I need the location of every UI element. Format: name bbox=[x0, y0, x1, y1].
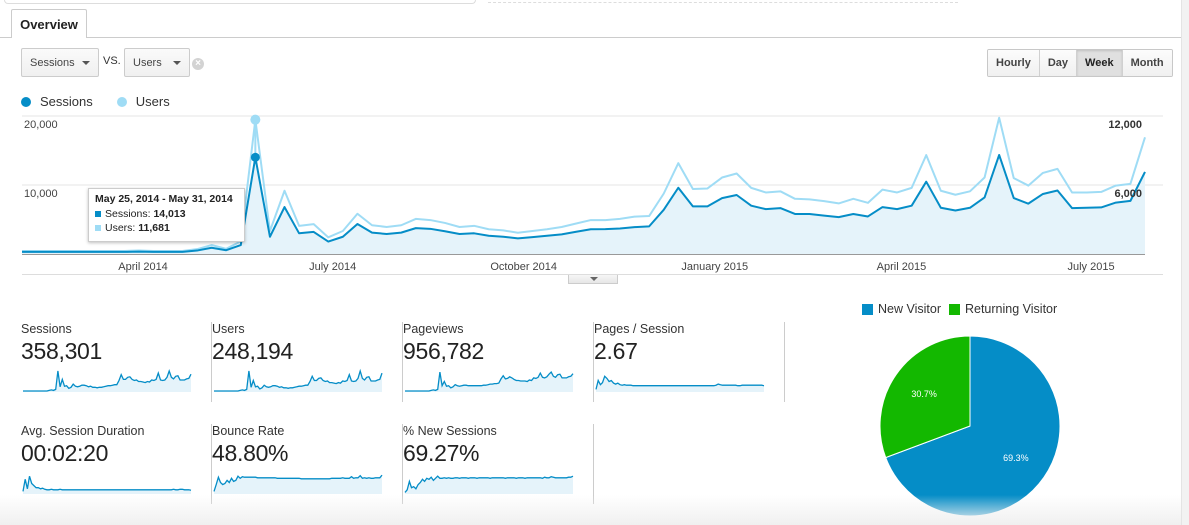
tooltip-users-label: Users: bbox=[105, 222, 136, 234]
sparkline-area bbox=[596, 376, 764, 392]
metric-value: 956,782 bbox=[403, 338, 485, 364]
metric-label: Bounce Rate bbox=[212, 424, 285, 438]
period-month-button[interactable]: Month bbox=[1122, 50, 1172, 76]
tooltip-users-value: 11,681 bbox=[138, 222, 170, 234]
sparkline-area bbox=[23, 476, 191, 494]
metric-value: 2.67 bbox=[594, 338, 638, 364]
new-visitor-swatch-icon bbox=[862, 303, 873, 315]
legend-returning-visitor-label: Returning Visitor bbox=[964, 302, 1058, 316]
metric-sparkline bbox=[405, 371, 574, 392]
metric-value: 248,194 bbox=[212, 338, 294, 364]
metric-label: Sessions bbox=[21, 322, 72, 336]
tab-overview-label: Overview bbox=[20, 16, 78, 32]
metric-label: Pages / Session bbox=[594, 322, 685, 336]
sparkline-line bbox=[22, 476, 192, 492]
metric-card[interactable]: Bounce Rate 48.80% bbox=[212, 424, 403, 504]
period-hourly-button[interactable]: Hourly bbox=[988, 50, 1040, 76]
metric-card[interactable]: Pages / Session 2.67 bbox=[594, 322, 785, 402]
sessions-swatch-icon bbox=[95, 211, 101, 217]
legend-sessions[interactable]: Sessions bbox=[21, 94, 93, 109]
sparkline-area bbox=[23, 371, 191, 392]
add-segment-placeholder[interactable] bbox=[488, 0, 958, 3]
legend-users[interactable]: Users bbox=[116, 94, 170, 109]
secondary-metric-select[interactable]: Users bbox=[124, 48, 190, 77]
metric-sparkline bbox=[214, 368, 383, 392]
triangle-down-icon bbox=[590, 277, 598, 281]
chevron-down-icon bbox=[173, 61, 181, 65]
tooltip-date-range: May 25, 2014 - May 31, 2014 bbox=[95, 193, 233, 205]
pie-slice-label: 30.7% bbox=[911, 389, 937, 399]
tooltip-sessions-label: Sessions: bbox=[105, 208, 151, 220]
right-axis-tick: 6,000 bbox=[1114, 188, 1142, 200]
legend-new-visitor-label: New Visitor bbox=[878, 302, 941, 316]
left-axis-tick: 20,000 bbox=[24, 119, 58, 131]
metric-label: % New Sessions bbox=[403, 424, 497, 438]
x-axis-tick-label: July 2014 bbox=[309, 261, 356, 273]
vs-label: VS. bbox=[103, 55, 121, 67]
users-dot-icon bbox=[116, 96, 127, 107]
legend-sessions-label: Sessions bbox=[40, 94, 93, 109]
pie-legend: New Visitor Returning Visitor bbox=[862, 302, 1065, 316]
secondary-metric-label: Users bbox=[133, 56, 162, 69]
right-axis-tick: 12,000 bbox=[1108, 119, 1142, 131]
metric-sparkline bbox=[23, 369, 192, 392]
sessions-dot-icon bbox=[21, 96, 31, 107]
primary-metric-label: Sessions bbox=[30, 56, 75, 69]
x-axis-tick-label: October 2014 bbox=[490, 261, 557, 273]
users-point[interactable] bbox=[250, 114, 261, 125]
chart-tooltip: May 25, 2014 - May 31, 2014 Sessions: 14… bbox=[88, 188, 245, 242]
clear-comparison-icon[interactable]: × bbox=[192, 58, 204, 70]
sparkline-area bbox=[214, 371, 382, 392]
period-selector: Hourly Day Week Month bbox=[987, 49, 1173, 77]
x-axis-tick-label: April 2014 bbox=[118, 261, 168, 273]
metric-label: Avg. Session Duration bbox=[21, 424, 145, 438]
metric-card[interactable]: Pageviews 956,782 bbox=[403, 322, 594, 402]
chart-legend: Sessions Users bbox=[21, 94, 194, 109]
metric-sparkline bbox=[595, 375, 765, 392]
tab-overview[interactable]: Overview bbox=[11, 9, 87, 39]
metric-card[interactable]: Users 248,194 bbox=[212, 322, 403, 402]
metric-value: 00:02:20 bbox=[21, 440, 109, 466]
top-strip bbox=[0, 0, 1189, 38]
x-axis-tick-label: April 2015 bbox=[877, 261, 927, 273]
bottom-fade bbox=[0, 495, 1181, 525]
segment-box[interactable] bbox=[4, 0, 476, 4]
x-axis-tick-label: July 2015 bbox=[1067, 261, 1114, 273]
tooltip-users-row: Users: 11,681 bbox=[95, 221, 238, 235]
metric-sparkline bbox=[22, 476, 192, 494]
metric-sparkline bbox=[213, 474, 383, 494]
metric-label: Pageviews bbox=[403, 322, 464, 336]
users-swatch-icon bbox=[95, 225, 101, 231]
metric-sparkline bbox=[404, 475, 574, 494]
returning-visitor-swatch-icon bbox=[948, 303, 960, 315]
tab-divider bbox=[0, 37, 1181, 38]
collapse-chart-toggle[interactable] bbox=[568, 275, 618, 284]
x-axis-tick-label: January 2015 bbox=[681, 261, 748, 273]
metric-value: 69.27% bbox=[403, 440, 480, 466]
legend-new-visitor[interactable]: New Visitor bbox=[862, 302, 941, 316]
metric-value: 48.80% bbox=[212, 440, 289, 466]
left-axis-tick: 10,000 bbox=[24, 188, 58, 200]
metric-card[interactable]: Sessions 358,301 bbox=[21, 322, 212, 402]
metric-card[interactable]: % New Sessions 69.27% bbox=[403, 424, 594, 504]
primary-metric-select[interactable]: Sessions bbox=[21, 48, 99, 77]
tooltip-sessions-row: Sessions: 14,013 bbox=[95, 207, 238, 221]
legend-users-label: Users bbox=[135, 94, 170, 109]
metric-label: Users bbox=[212, 322, 245, 336]
metric-value: 358,301 bbox=[21, 338, 103, 364]
period-week-button[interactable]: Week bbox=[1077, 50, 1123, 76]
sessions-point[interactable] bbox=[250, 152, 260, 162]
tooltip-sessions-value: 14,013 bbox=[153, 208, 186, 220]
period-day-button[interactable]: Day bbox=[1039, 50, 1078, 76]
legend-returning-visitor[interactable]: Returning Visitor bbox=[948, 302, 1058, 316]
pie-slice-label: 69.3% bbox=[1003, 453, 1029, 463]
chevron-down-icon bbox=[82, 61, 90, 65]
metric-card[interactable]: Avg. Session Duration 00:02:20 bbox=[21, 424, 212, 504]
scrollbar-track[interactable] bbox=[1181, 0, 1189, 525]
